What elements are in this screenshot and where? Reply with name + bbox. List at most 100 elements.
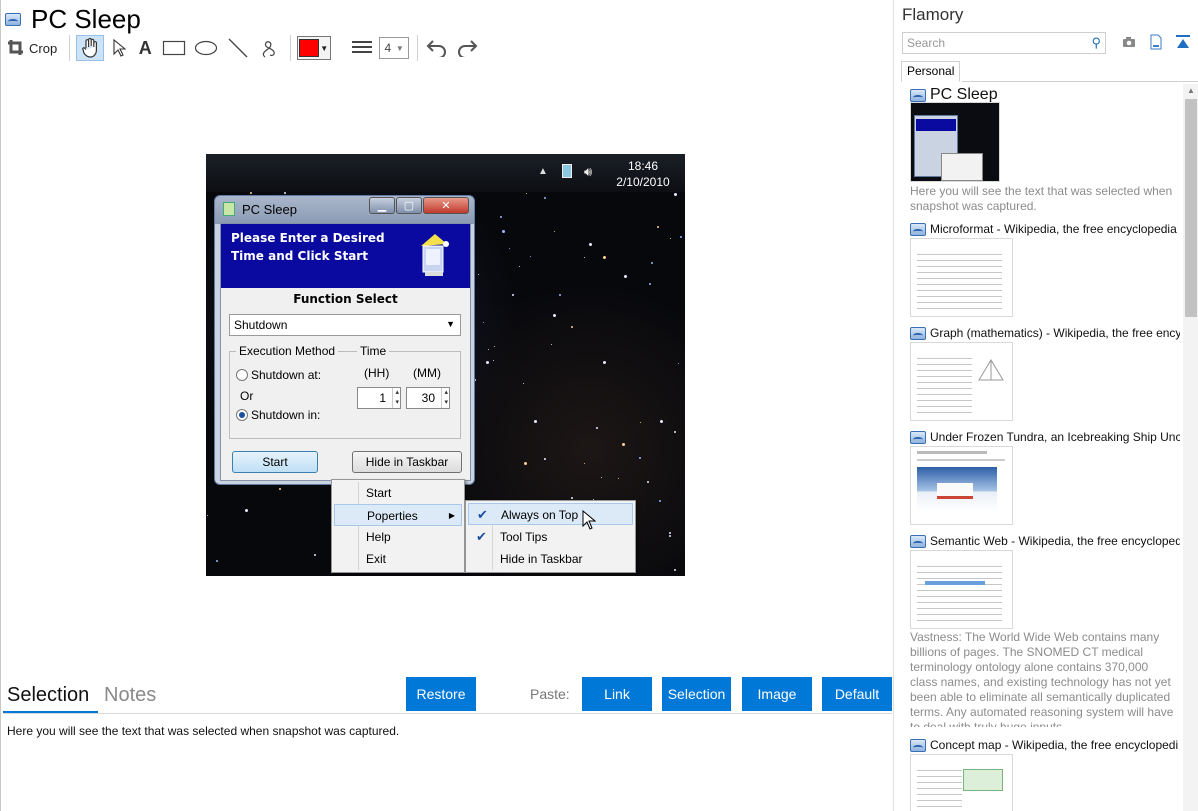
crop-button[interactable]: Crop: [7, 35, 61, 61]
line-width-select[interactable]: 4 ▼: [379, 37, 410, 59]
star: [669, 532, 671, 534]
submenu-item-always-on-top: ✔ Always on Top: [468, 503, 633, 525]
document-button[interactable]: [1148, 34, 1164, 50]
toolbar: Crop A ▼ 4 ▼: [7, 34, 484, 62]
snapshot-icon: [910, 739, 926, 752]
snapshot-icon: [910, 223, 926, 236]
star: [216, 560, 218, 562]
line-width-value: 4: [384, 41, 392, 55]
star: [603, 361, 606, 364]
maximize-button: ▢: [396, 197, 422, 214]
star: [544, 458, 546, 460]
star: [245, 509, 248, 512]
rectangle-tool-button[interactable]: [160, 35, 188, 61]
snapshot-title: Semantic Web - Wikipedia, the free encyc…: [930, 534, 1180, 548]
color-picker[interactable]: ▼: [297, 36, 332, 60]
tool-tips-label: Tool Tips: [500, 530, 548, 544]
paste-default-button[interactable]: Default: [822, 677, 892, 711]
clock-time: 18:46: [627, 159, 659, 173]
paste-selection-button[interactable]: Selection: [662, 677, 731, 711]
snapshot-list-item[interactable]: Graph (mathematics) - Wikipedia, the fre…: [894, 326, 1182, 424]
text-tool-button[interactable]: A: [134, 35, 156, 61]
shutdown-at-label: Shutdown at:: [251, 368, 322, 382]
tab-strip-line: [962, 81, 1198, 82]
execution-method-group: Execution Method Time Shutdown at: Or Sh…: [229, 344, 461, 439]
snapshot-thumbnail: [910, 550, 1013, 629]
ellipse-icon: [195, 40, 218, 56]
star: [502, 230, 505, 233]
ellipse-tool-button[interactable]: [192, 35, 220, 61]
clock-date: 2/10/2010: [616, 175, 670, 189]
star: [250, 192, 252, 194]
tab-selection[interactable]: Selection: [7, 684, 89, 707]
paste-link-button[interactable]: Link: [582, 677, 652, 711]
line-tool-button[interactable]: [224, 35, 252, 61]
redo-button[interactable]: [454, 35, 480, 61]
speaker-icon: 🔊︎: [584, 164, 593, 179]
hh-label: (HH): [364, 366, 390, 380]
scrollbar-thumb[interactable]: [1185, 99, 1197, 317]
banner-line-2: Time and Click Start: [231, 249, 368, 263]
collapse-button[interactable]: [1175, 34, 1191, 50]
tab-notes[interactable]: Notes: [104, 684, 156, 707]
chevron-down-icon: ▼: [320, 43, 329, 53]
shutdown-in-label: Shutdown in:: [251, 408, 321, 422]
freehand-tool-button[interactable]: [256, 35, 282, 61]
minutes-spinner: 30: [406, 387, 450, 409]
maximize-icon: ▢: [403, 200, 415, 212]
close-button: ✕: [423, 197, 469, 214]
star: [649, 283, 651, 285]
snapshot-title: Concept map - Wikipedia, the free encycl…: [930, 738, 1179, 752]
paste-image-button[interactable]: Image: [742, 677, 812, 711]
graph-diagram-icon: [978, 359, 1004, 381]
menu-item-exit: Exit: [366, 552, 387, 566]
snapshot-thumbnail: [910, 754, 1013, 811]
star: [519, 266, 520, 267]
snapshot-list-item[interactable]: Semantic Web - Wikipedia, the free encyc…: [894, 534, 1182, 734]
submenu-arrow-icon: ▶: [448, 511, 455, 520]
select-tool-button[interactable]: [108, 35, 130, 61]
star: [657, 226, 659, 228]
hours-spinner: 1: [357, 387, 401, 409]
star: [207, 515, 208, 516]
star: [678, 363, 679, 364]
snapshot-thumbnail: [910, 238, 1013, 317]
title-row: PC Sleep: [5, 4, 141, 34]
camera-button[interactable]: [1121, 34, 1137, 50]
snapshot-thumbnail: [910, 446, 1013, 525]
restore-button[interactable]: Restore: [406, 677, 476, 711]
line-width-button[interactable]: [349, 35, 375, 61]
search-input[interactable]: Search ⚲: [902, 32, 1106, 54]
snapshot-list-item[interactable]: Under Frozen Tundra, an Icebreaking Ship…: [894, 430, 1182, 528]
function-select-label: Function Select: [293, 292, 398, 306]
snapshot-list-item[interactable]: PC Sleep Here you will see the text that…: [894, 86, 1182, 216]
hand-icon: [82, 38, 98, 58]
shutdown-in-option: Shutdown in:: [236, 408, 320, 422]
execution-method-legend: Execution Method: [236, 344, 339, 358]
tab-personal[interactable]: Personal: [901, 61, 961, 82]
star: [603, 256, 606, 259]
hours-value: 1: [379, 391, 386, 405]
snapshot-list-item[interactable]: Microformat - Wikipedia, the free encycl…: [894, 222, 1182, 320]
undo-button[interactable]: [424, 35, 450, 61]
snapshot-list-item[interactable]: Concept map - Wikipedia, the free encycl…: [894, 738, 1182, 811]
hand-tool-button[interactable]: [76, 35, 105, 61]
arrow-cursor-icon: [113, 39, 127, 57]
window-app-icon: [223, 202, 235, 216]
thumbnail-text-lines: [917, 561, 1002, 622]
star: [488, 349, 489, 350]
selection-text[interactable]: Here you will see the text that was sele…: [7, 724, 399, 738]
star: [651, 262, 653, 264]
search-icon[interactable]: ⚲: [1091, 35, 1101, 51]
banner-line-1: Please Enter a Desired: [231, 231, 385, 245]
properties-submenu: ✔ Always on Top ✔ Tool Tips Hide in Task…: [465, 500, 636, 573]
snapshot-icon: [910, 535, 926, 548]
banner: Please Enter a Desired Time and Click St…: [221, 224, 470, 288]
star: [526, 193, 527, 194]
snapshot-image: ▲ 🔊︎ 18:46 2/10/2010 PC Sleep ▁ ▢ ✕ Plea…: [206, 154, 685, 576]
scroll-up-icon[interactable]: ▲: [1183, 84, 1198, 98]
star: [551, 344, 552, 345]
line-icon: [228, 38, 248, 58]
paste-label: Paste:: [530, 686, 570, 702]
editor-pane: PC Sleep Crop A ▼ 4 ▼ ▲ 🔊︎ 18:46 2/10/20…: [0, 0, 893, 811]
